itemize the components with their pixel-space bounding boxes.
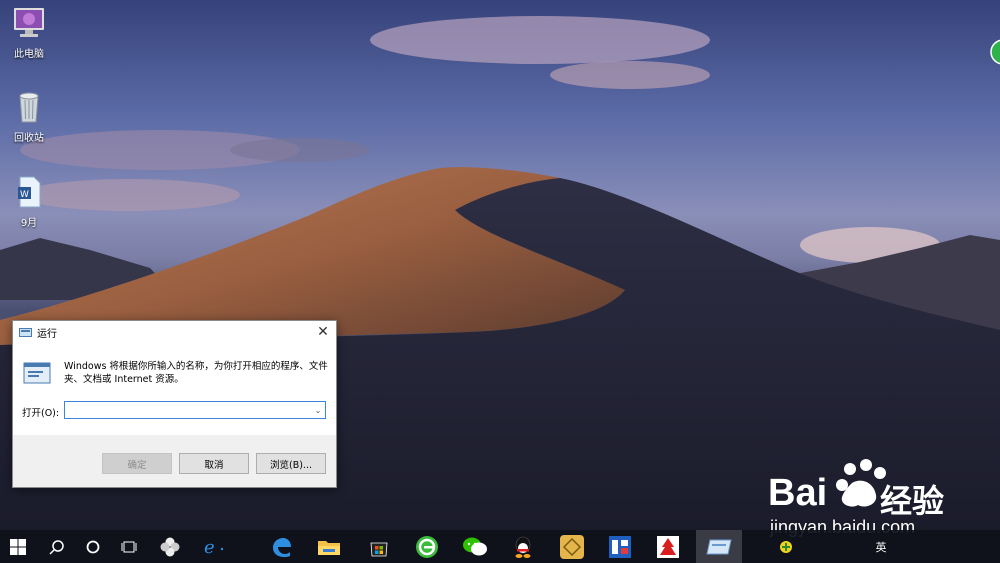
pinwheel-app-icon bbox=[160, 537, 180, 556]
desktop-icon-recycle-bin[interactable]: 回收站 bbox=[1, 90, 57, 144]
tray-app[interactable] bbox=[776, 530, 796, 563]
edge-icon bbox=[273, 537, 291, 557]
open-combobox[interactable]: ⌄ bbox=[64, 401, 326, 419]
run-program-icon bbox=[23, 362, 51, 384]
svg-text:W: W bbox=[20, 190, 29, 200]
taskbar-app-pinwheel[interactable] bbox=[152, 530, 188, 563]
watermark-brand-left: Bai bbox=[768, 472, 828, 514]
file-explorer-icon bbox=[318, 540, 340, 555]
taskbar-app-wechat[interactable] bbox=[456, 530, 494, 563]
desktop-icon-label: 回收站 bbox=[14, 133, 44, 144]
floating-ball-icon[interactable] bbox=[989, 38, 1000, 66]
qq-icon bbox=[515, 536, 531, 558]
tray-green-icon bbox=[780, 540, 792, 553]
run-dialog-task-icon bbox=[706, 539, 732, 554]
app-gold-icon bbox=[560, 534, 584, 559]
dialog-description: Windows 将根据你所输入的名称，为你打开相应的程序、文件夹、文档或 Int… bbox=[64, 361, 328, 385]
taskbar-app-red[interactable] bbox=[648, 530, 688, 563]
desktop-icon-label: 9月 bbox=[20, 218, 38, 229]
taskbar-app-qq[interactable] bbox=[504, 530, 542, 563]
word-document-icon: W bbox=[18, 176, 41, 208]
run-dialog: 运行 ✕ Windows 将根据你所输入的名称，为你打开相应的程序、文件夹、文档… bbox=[12, 320, 337, 488]
start-icon bbox=[10, 538, 26, 555]
taskbar-app-run[interactable] bbox=[696, 530, 742, 563]
cortana-icon bbox=[86, 540, 100, 553]
search-icon bbox=[49, 539, 64, 555]
open-input[interactable] bbox=[65, 402, 311, 418]
desktop-icon-document[interactable]: W 9月 bbox=[1, 175, 57, 229]
dialog-title: 运行 bbox=[37, 328, 57, 340]
desktop: 此电脑 回收站 W 9月 运行 ✕ Windows 将根据你所输入的名称，为你打… bbox=[0, 0, 1000, 563]
desktop-icon-computer[interactable]: 此电脑 bbox=[1, 6, 57, 60]
taskbar-app-ie[interactable]: e bbox=[194, 530, 234, 563]
browser-360-icon bbox=[416, 535, 438, 558]
task-view-icon bbox=[121, 541, 137, 552]
recycle-bin-icon bbox=[19, 92, 39, 123]
start-button[interactable] bbox=[0, 530, 36, 563]
dialog-titlebar[interactable]: 运行 bbox=[13, 321, 336, 343]
taskbar-app-gold[interactable] bbox=[552, 530, 592, 563]
close-button[interactable]: ✕ bbox=[310, 321, 336, 343]
desktop-icon-label: 此电脑 bbox=[14, 49, 44, 60]
app-red-icon bbox=[657, 535, 679, 558]
computer-icon bbox=[14, 8, 44, 37]
search-button[interactable] bbox=[40, 530, 74, 563]
taskbar-app-edge[interactable] bbox=[262, 530, 300, 563]
taskbar-app-blue[interactable] bbox=[600, 530, 640, 563]
dialog-footer: 确定 取消 浏览(B)... bbox=[13, 435, 336, 487]
taskbar-app-store[interactable] bbox=[360, 530, 398, 563]
svg-text:e: e bbox=[204, 537, 215, 557]
taskbar-app-explorer[interactable] bbox=[310, 530, 348, 563]
run-icon bbox=[19, 327, 32, 337]
input-method-indicator[interactable]: 英 bbox=[866, 530, 896, 563]
internet-explorer-icon: e bbox=[204, 537, 224, 557]
wechat-icon bbox=[463, 537, 487, 555]
store-icon bbox=[370, 542, 388, 556]
chevron-down-icon[interactable]: ⌄ bbox=[311, 406, 325, 415]
ok-button[interactable]: 确定 bbox=[102, 453, 172, 474]
cortana-button[interactable] bbox=[76, 530, 110, 563]
dialog-body: Windows 将根据你所输入的名称，为你打开相应的程序、文件夹、文档或 Int… bbox=[13, 343, 336, 435]
open-label: 打开(O): bbox=[22, 408, 60, 419]
task-view-button[interactable] bbox=[112, 530, 146, 563]
app-blue-icon bbox=[609, 535, 631, 558]
watermark-brand-right: 经验 bbox=[880, 483, 945, 519]
cancel-button[interactable]: 取消 bbox=[179, 453, 249, 474]
browse-button[interactable]: 浏览(B)... bbox=[256, 453, 326, 474]
taskbar: e 英 bbox=[0, 530, 1000, 563]
taskbar-app-360[interactable] bbox=[408, 530, 446, 563]
close-icon: ✕ bbox=[317, 324, 329, 340]
